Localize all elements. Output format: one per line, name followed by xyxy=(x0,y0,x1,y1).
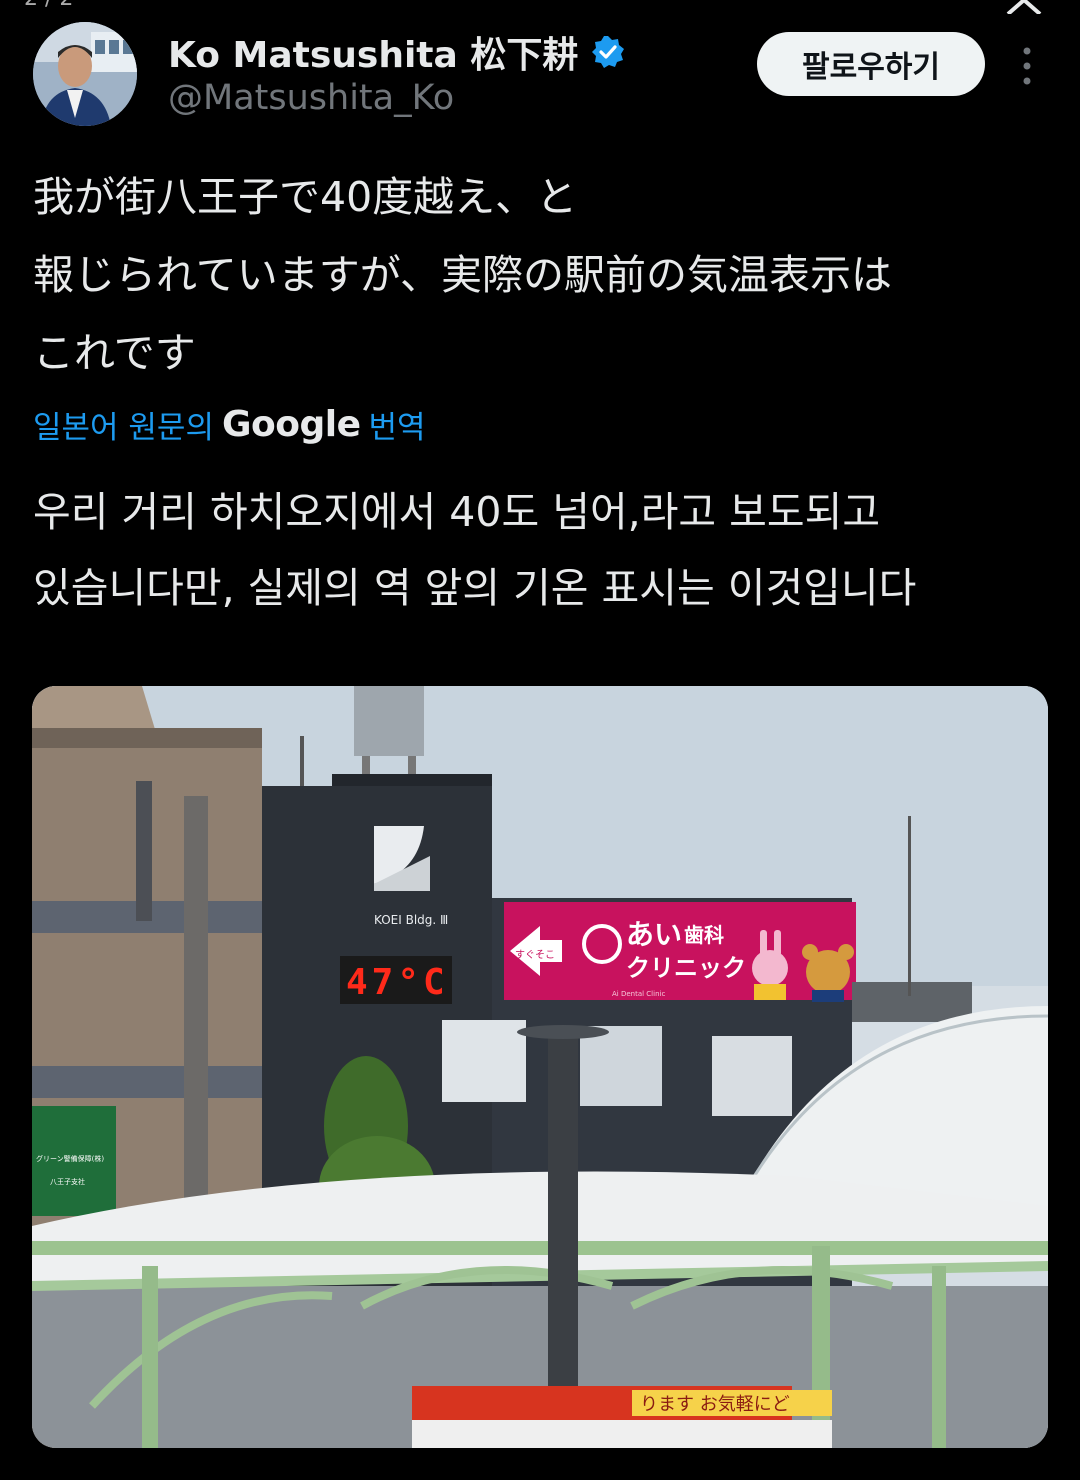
clinic-arrow-label: すぐそこ xyxy=(515,949,555,961)
avatar[interactable] xyxy=(33,22,137,126)
green-sign-line1: グリーン警備保障(株) xyxy=(36,1154,104,1163)
google-logo-text: Google xyxy=(221,404,361,445)
building-sign: KOEI Bldg. Ⅲ xyxy=(374,913,448,927)
tweet-text: 我が街八王子で40度越え、と 報じられていますが、実際の駅前の気温表示は これで… xyxy=(33,173,892,377)
author-name-row: Ko Matsushita 松下耕 xyxy=(168,26,626,78)
clinic-dept: 歯科 xyxy=(684,923,724,947)
shop-banner-text: ります お気軽にど xyxy=(640,1394,790,1415)
follow-button[interactable]: 팔로우하기 xyxy=(757,32,985,96)
clinic-english: Ai Dental Clinic xyxy=(612,990,665,998)
top-bar: 2 / 2 xyxy=(0,0,1080,20)
translation-attribution[interactable]: 일본어 원문의 Google 번역 xyxy=(33,402,426,447)
clinic-name-line1: あい xyxy=(626,918,682,951)
tweet-photo[interactable]: グリーン警備保障(株) 八王子支社 KOEI Bldg. Ⅲ 47°C すぐそこ… xyxy=(32,686,1048,1448)
verified-badge-icon xyxy=(592,36,625,68)
translated-tweet-text: 우리 거리 하치오지에서 40도 넘어,라고 보도되고 있습니다만, 실제의 역… xyxy=(33,488,917,612)
page-indicator: 2 / 2 xyxy=(24,0,73,11)
more-vertical-icon[interactable] xyxy=(1012,44,1042,88)
author-handle[interactable]: @Matsushita_Ko xyxy=(168,78,454,118)
translation-source-label[interactable]: 일본어 원문의 xyxy=(33,402,214,447)
photo-scene: グリーン警備保障(株) 八王子支社 KOEI Bldg. Ⅲ 47°C すぐそこ… xyxy=(32,686,1048,1448)
translation-label[interactable]: 번역 xyxy=(369,402,426,447)
clinic-name-line2: クリニック xyxy=(626,954,746,982)
temperature-display: 47°C xyxy=(346,962,449,1003)
green-sign-line2: 八王子支社 xyxy=(50,1177,85,1186)
author-display-name[interactable]: Ko Matsushita 松下耕 xyxy=(168,26,578,78)
close-icon[interactable] xyxy=(1004,0,1044,16)
